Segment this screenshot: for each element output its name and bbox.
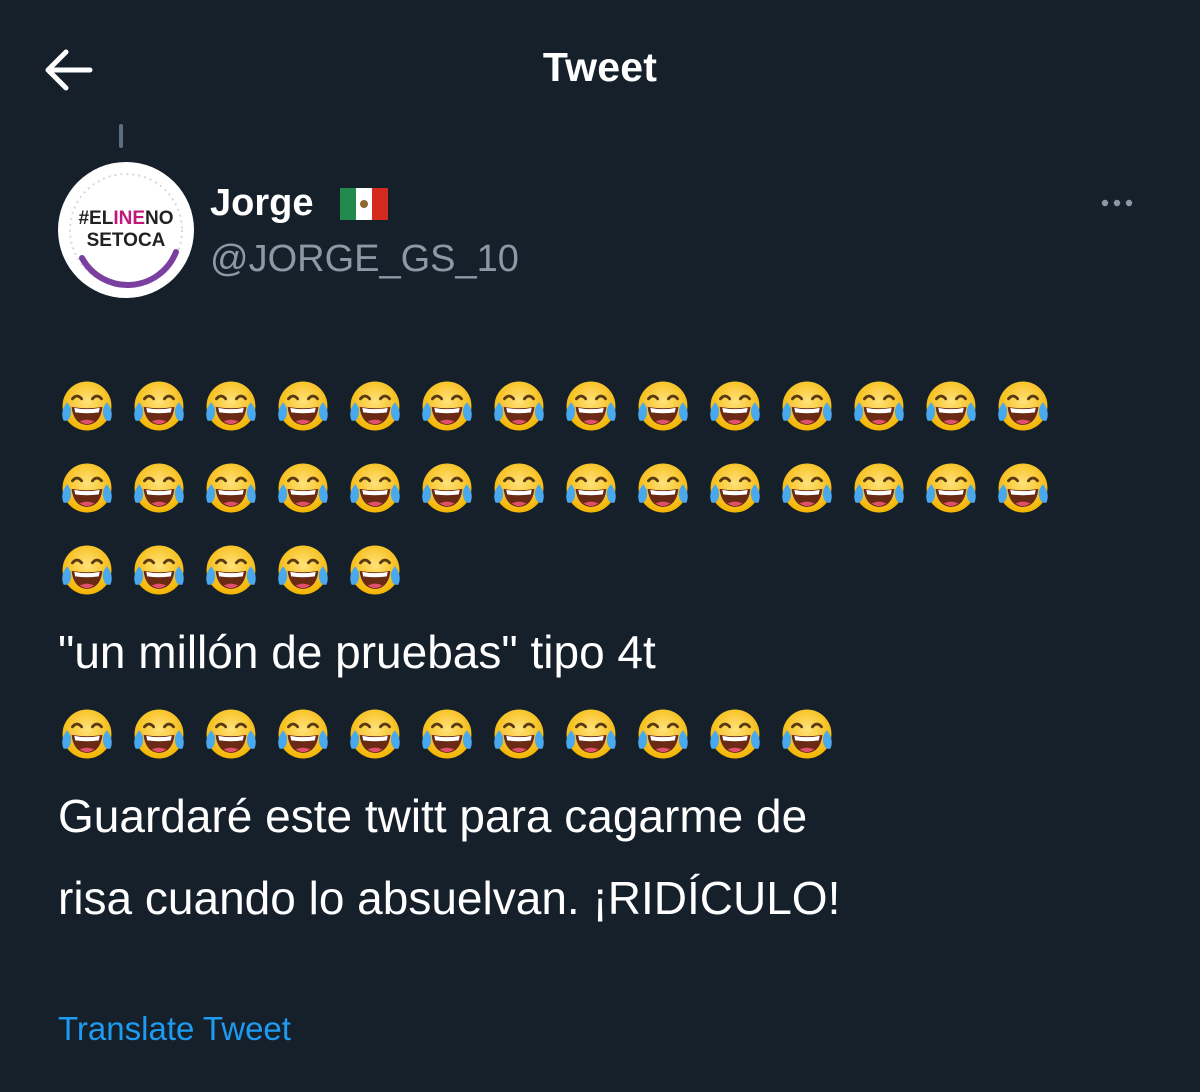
svg-text:#ELINENO: #ELINENO <box>78 208 173 229</box>
face-with-tears-of-joy-emoji <box>134 545 184 595</box>
face-with-tears-of-joy-emoji <box>350 545 400 595</box>
face-with-tears-of-joy-emoji <box>278 381 328 431</box>
emoji-row-4 <box>58 693 1168 775</box>
face-with-tears-of-joy-emoji <box>134 381 184 431</box>
face-with-tears-of-joy-emoji <box>278 463 328 513</box>
face-with-tears-of-joy-emoji <box>710 381 760 431</box>
face-with-tears-of-joy-emoji <box>62 463 112 513</box>
top-bar: Tweet <box>0 0 1200 140</box>
face-with-tears-of-joy-emoji <box>566 463 616 513</box>
author-name[interactable]: Jorge <box>210 182 313 225</box>
face-with-tears-of-joy-emoji <box>926 381 976 431</box>
more-horizontal-icon <box>1101 199 1133 207</box>
author-handle[interactable]: @JORGE_GS_10 <box>210 238 519 281</box>
avatar-logo: #ELINENO SETOCA <box>60 164 192 296</box>
tweet-screen: Tweet #ELINENO SETOCA Jorge @JORGE_GS_10 <box>0 0 1200 1092</box>
face-with-tears-of-joy-emoji <box>350 463 400 513</box>
thread-connector-line <box>119 124 123 148</box>
face-with-tears-of-joy-emoji <box>782 709 832 759</box>
face-with-tears-of-joy-emoji <box>998 463 1048 513</box>
more-options-button[interactable] <box>1096 190 1146 216</box>
avatar[interactable]: #ELINENO SETOCA <box>58 162 194 298</box>
face-with-tears-of-joy-emoji <box>782 463 832 513</box>
page-title: Tweet <box>542 44 658 90</box>
face-with-tears-of-joy-emoji <box>134 463 184 513</box>
face-with-tears-of-joy-emoji <box>566 709 616 759</box>
emoji-row-1 <box>58 365 1168 447</box>
face-with-tears-of-joy-emoji <box>422 463 472 513</box>
face-with-tears-of-joy-emoji <box>134 709 184 759</box>
avatar-text-1: #EL <box>78 208 113 229</box>
face-with-tears-of-joy-emoji <box>638 463 688 513</box>
face-with-tears-of-joy-emoji <box>62 709 112 759</box>
face-with-tears-of-joy-emoji <box>278 545 328 595</box>
face-with-tears-of-joy-emoji <box>782 381 832 431</box>
tweet-text-line-3: risa cuando lo absuelvan. ¡RIDÍCULO! <box>58 872 841 924</box>
face-with-tears-of-joy-emoji <box>278 709 328 759</box>
mexico-flag-icon <box>340 188 388 220</box>
face-with-tears-of-joy-emoji <box>206 381 256 431</box>
face-with-tears-of-joy-emoji <box>350 381 400 431</box>
emoji-row-2 <box>58 447 1168 529</box>
face-with-tears-of-joy-emoji <box>494 463 544 513</box>
tweet-text: "un millón de pruebas" tipo 4t Guardaré … <box>58 365 1168 939</box>
face-with-tears-of-joy-emoji <box>998 381 1048 431</box>
tweet-text-line-1: "un millón de pruebas" tipo 4t <box>58 626 656 678</box>
face-with-tears-of-joy-emoji <box>422 709 472 759</box>
face-with-tears-of-joy-emoji <box>494 381 544 431</box>
face-with-tears-of-joy-emoji <box>494 709 544 759</box>
emoji-row-3 <box>58 529 1168 611</box>
avatar-text-2: SETOCA <box>87 230 166 251</box>
translate-tweet-link[interactable]: Translate Tweet <box>58 1010 291 1048</box>
face-with-tears-of-joy-emoji <box>62 545 112 595</box>
face-with-tears-of-joy-emoji <box>638 709 688 759</box>
face-with-tears-of-joy-emoji <box>206 545 256 595</box>
face-with-tears-of-joy-emoji <box>926 463 976 513</box>
face-with-tears-of-joy-emoji <box>350 709 400 759</box>
face-with-tears-of-joy-emoji <box>854 381 904 431</box>
face-with-tears-of-joy-emoji <box>62 381 112 431</box>
tweet-text-line-2: Guardaré este twitt para cagarme de <box>58 790 808 842</box>
face-with-tears-of-joy-emoji <box>710 709 760 759</box>
face-with-tears-of-joy-emoji <box>854 463 904 513</box>
face-with-tears-of-joy-emoji <box>206 709 256 759</box>
face-with-tears-of-joy-emoji <box>710 463 760 513</box>
face-with-tears-of-joy-emoji <box>566 381 616 431</box>
face-with-tears-of-joy-emoji <box>422 381 472 431</box>
face-with-tears-of-joy-emoji <box>206 463 256 513</box>
face-with-tears-of-joy-emoji <box>638 381 688 431</box>
